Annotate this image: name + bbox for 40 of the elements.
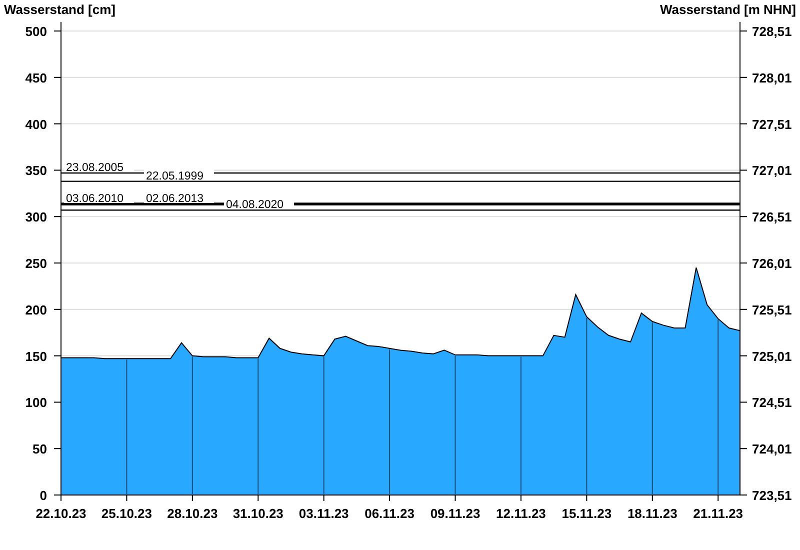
axis-title: Wasserstand [m NHN]	[660, 2, 796, 17]
axis-tick-label: 50	[32, 442, 47, 457]
axis-tick-label: 727,01	[752, 163, 792, 178]
axis-tick-label: 28.10.23	[167, 506, 218, 521]
axis-tick-label: 03.11.23	[298, 506, 349, 521]
flood-mark-label: 03.06.2010	[66, 192, 124, 205]
axis-tick-label: 300	[25, 210, 47, 225]
axis-tick-label: 728,01	[752, 70, 792, 86]
axis-tick-label: 350	[25, 163, 47, 178]
axis-tick-label: 18.11.23	[627, 506, 678, 521]
axis-tick-label: 250	[25, 256, 47, 271]
axis-tick-label: 22.10.23	[36, 506, 86, 521]
flood-mark-label: 22.05.1999	[146, 170, 204, 182]
axis-tick-label: 200	[25, 302, 47, 318]
axis-tick-label: 31.10.23	[232, 506, 284, 521]
axis-tick-label: 726,01	[752, 256, 792, 271]
axis-tick-label: 723,51	[752, 488, 792, 503]
axis-tick-label: 15.11.23	[562, 506, 612, 521]
axis-tick-label: 724,01	[752, 442, 792, 457]
axis-title: Wasserstand [cm]	[4, 2, 116, 17]
axis-tick-label: 725,01	[752, 348, 792, 364]
flood-mark-label: 02.06.2013	[146, 192, 204, 205]
axis-tick-label: 500	[25, 24, 47, 39]
flood-mark-label: 23.08.2005	[66, 162, 124, 174]
axis-tick-label: 25.10.23	[101, 506, 152, 521]
axis-tick-label: 100	[25, 395, 47, 410]
axis-tick-label: 21.11.23	[693, 506, 744, 521]
flood-mark-label: 04.08.2020	[226, 199, 284, 212]
axis-tick-label: 12.11.23	[496, 506, 546, 521]
axis-tick-label: 150	[25, 348, 47, 364]
axis-tick-label: 400	[25, 116, 47, 132]
axis-tick-label: 724,51	[752, 395, 792, 410]
axis-tick-label: 09.11.23	[430, 506, 480, 521]
axis-tick-label: 450	[25, 70, 47, 86]
axis-tick-label: 726,51	[752, 210, 792, 225]
axis-tick-label: 06.11.23	[364, 506, 414, 521]
axis-tick-label: 727,51	[752, 116, 792, 132]
axis-tick-label: 728,51	[752, 24, 792, 39]
axis-tick-label: 0	[40, 488, 47, 503]
axis-tick-label: 725,51	[752, 302, 792, 318]
